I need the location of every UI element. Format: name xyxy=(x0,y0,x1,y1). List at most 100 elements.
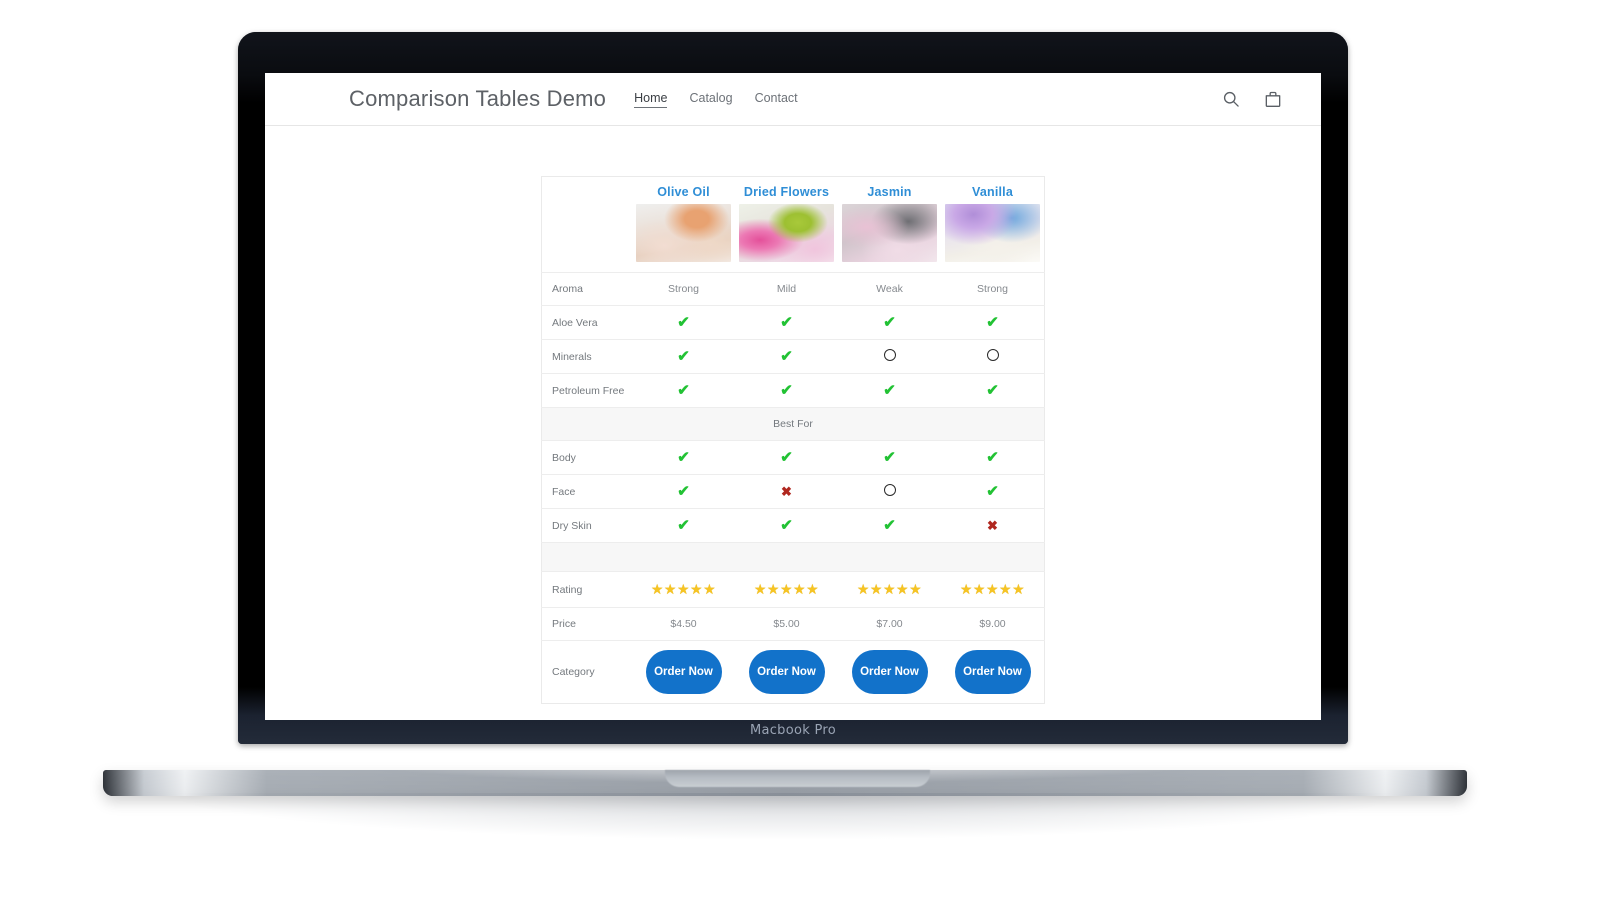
cell-mark: ✔ xyxy=(941,474,1045,510)
cell-mark: ✔ xyxy=(632,305,735,341)
row-label: Dry Skin xyxy=(541,508,632,544)
check-icon: ✔ xyxy=(883,314,896,332)
header-empty-cell xyxy=(541,176,632,273)
row-label: Aloe Vera xyxy=(541,305,632,341)
table-row: Body ✔ ✔ ✔ ✔ xyxy=(541,440,1045,476)
product-image-dried-flowers xyxy=(739,204,834,262)
check-icon: ✔ xyxy=(883,517,896,535)
cell-value: Strong xyxy=(632,272,735,307)
star-rating: ★★★★★ xyxy=(754,581,819,597)
cell-mark: ✔ xyxy=(735,373,838,409)
check-icon: ✔ xyxy=(780,517,793,535)
star-icon: ★ xyxy=(690,581,704,598)
order-now-button[interactable]: Order Now xyxy=(954,650,1031,695)
nav-link-home[interactable]: Home xyxy=(634,91,668,108)
star-rating: ★★★★★ xyxy=(857,581,922,597)
cell-value: $7.00 xyxy=(838,607,941,642)
product-image-jasmin xyxy=(842,204,937,262)
star-icon: ★ xyxy=(793,581,807,598)
row-label: Aroma xyxy=(541,272,632,307)
cell-order: Order Now xyxy=(941,641,1045,704)
shopping-bag-icon[interactable] xyxy=(1263,89,1283,109)
star-icon: ★ xyxy=(676,581,691,598)
cell-order: Order Now xyxy=(632,641,735,704)
product-image-vanilla xyxy=(945,204,1040,262)
cell-rating: ★★★★★ xyxy=(735,571,838,609)
check-icon: ✔ xyxy=(883,449,896,467)
star-icon: ★ xyxy=(959,581,973,598)
nav-link-contact[interactable]: Contact xyxy=(755,91,798,108)
circle-icon xyxy=(883,349,896,362)
cell-value: $5.00 xyxy=(735,607,838,642)
check-icon: ✔ xyxy=(780,348,793,366)
table-row: Rating ★★★★★ ★★★★★ ★★★★★ ★★★★★ xyxy=(541,571,1045,609)
laptop-base-notch xyxy=(665,770,930,787)
table-head: Olive Oil Dried Flowers Jasmin Vanilla xyxy=(541,176,1045,273)
order-now-button[interactable]: Order Now xyxy=(748,650,825,695)
cell-mark xyxy=(838,474,941,510)
cell-mark: ✔ xyxy=(838,440,941,476)
cell-mark: ✔ xyxy=(632,339,735,375)
cell-value: $9.00 xyxy=(941,607,1045,642)
cell-mark: ✔ xyxy=(632,474,735,510)
product-title[interactable]: Dried Flowers xyxy=(739,185,834,199)
row-label: Face xyxy=(541,474,632,510)
product-header-olive-oil[interactable]: Olive Oil xyxy=(632,176,735,273)
cell-mark: ✔ xyxy=(735,440,838,476)
cell-order: Order Now xyxy=(735,641,838,704)
section-label xyxy=(541,542,1045,573)
cell-rating: ★★★★★ xyxy=(941,571,1045,609)
star-icon: ★ xyxy=(869,581,883,598)
site-header: Comparison Tables Demo Home Catalog Cont… xyxy=(265,73,1321,126)
cell-mark: ✔ xyxy=(632,373,735,409)
table-section-spacer xyxy=(541,542,1045,573)
cell-mark xyxy=(941,339,1045,375)
order-now-button[interactable]: Order Now xyxy=(645,650,722,695)
cell-mark: ✔ xyxy=(632,440,735,476)
check-icon: ✔ xyxy=(677,449,690,467)
product-header-vanilla[interactable]: Vanilla xyxy=(941,176,1045,273)
check-icon: ✔ xyxy=(780,314,793,332)
cross-icon: ✖ xyxy=(781,483,792,499)
table-row: Aroma Strong Mild Weak Strong xyxy=(541,272,1045,307)
cell-mark: ✔ xyxy=(735,305,838,341)
header-icons xyxy=(1221,89,1283,109)
check-icon: ✔ xyxy=(986,382,999,400)
cell-mark: ✖ xyxy=(735,474,838,510)
star-icon: ★ xyxy=(896,581,910,598)
product-image-olive-oil xyxy=(636,204,731,262)
section-label: Best For xyxy=(541,407,1045,442)
star-rating: ★★★★★ xyxy=(651,581,716,597)
cell-value: Mild xyxy=(735,272,838,307)
star-icon: ★ xyxy=(999,581,1013,598)
star-icon: ★ xyxy=(856,581,870,598)
order-now-button[interactable]: Order Now xyxy=(851,650,928,695)
circle-icon xyxy=(883,484,896,497)
product-header-jasmin[interactable]: Jasmin xyxy=(838,176,941,273)
star-icon: ★ xyxy=(779,581,794,598)
check-icon: ✔ xyxy=(986,449,999,467)
cell-mark: ✔ xyxy=(838,508,941,544)
table-row: Minerals ✔ ✔ xyxy=(541,339,1045,375)
cell-mark: ✖ xyxy=(941,508,1045,544)
star-icon: ★ xyxy=(663,581,677,598)
screenshot-stage: Macbook Pro Comparison Tables Demo Home … xyxy=(0,0,1600,900)
product-title[interactable]: Olive Oil xyxy=(636,185,731,199)
star-icon: ★ xyxy=(972,581,986,598)
star-icon: ★ xyxy=(1012,581,1026,598)
row-label: Body xyxy=(541,440,632,476)
search-icon[interactable] xyxy=(1221,89,1241,109)
nav-link-catalog[interactable]: Catalog xyxy=(689,91,732,108)
check-icon: ✔ xyxy=(986,483,999,501)
cell-order: Order Now xyxy=(838,641,941,704)
product-header-row: Olive Oil Dried Flowers Jasmin Vanilla xyxy=(541,176,1045,273)
product-header-dried-flowers[interactable]: Dried Flowers xyxy=(735,176,838,273)
device-label: Macbook Pro xyxy=(749,723,837,738)
star-icon: ★ xyxy=(766,581,780,598)
product-title[interactable]: Vanilla xyxy=(945,185,1040,199)
cell-mark: ✔ xyxy=(941,305,1045,341)
product-title[interactable]: Jasmin xyxy=(842,185,937,199)
row-label: Rating xyxy=(541,571,632,609)
cell-value: $4.50 xyxy=(632,607,735,642)
check-icon: ✔ xyxy=(986,314,999,332)
